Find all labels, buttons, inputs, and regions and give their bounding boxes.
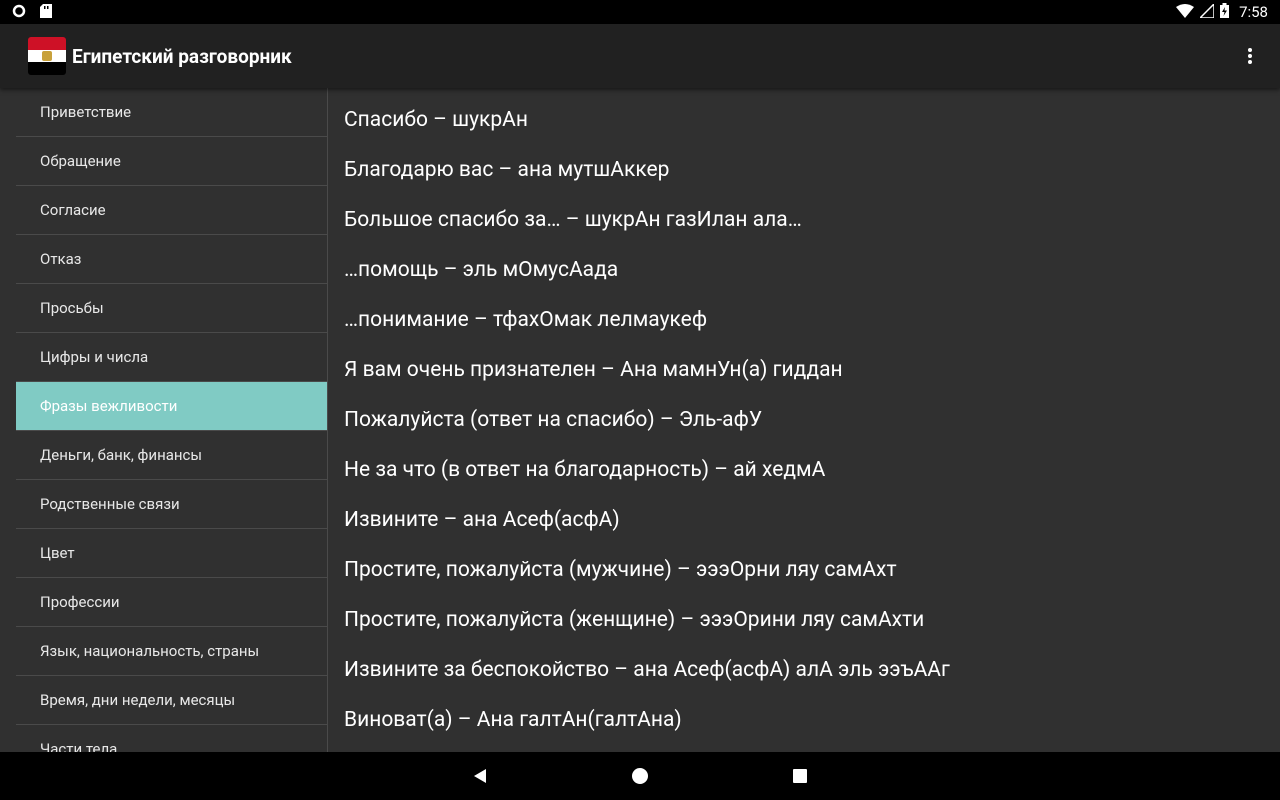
sidebar-item[interactable]: Просьбы: [16, 284, 327, 333]
sidebar-item-label: Деньги, банк, финансы: [40, 446, 203, 464]
phrase-item[interactable]: …понимание – тфахОмак лелмаукеф: [344, 295, 1264, 345]
phrase-item[interactable]: Простите, пожалуйста (женщине) – эээОрин…: [344, 595, 1264, 645]
sidebar-item[interactable]: Язык, национальность, страны: [16, 627, 327, 676]
sidebar-item-label: Цифры и числа: [40, 348, 149, 366]
home-button[interactable]: [560, 752, 720, 800]
overflow-menu-button[interactable]: [1226, 32, 1274, 80]
sidebar-item[interactable]: Обращение: [16, 137, 327, 186]
phrase-item[interactable]: Виноват(а) – Ана галтАн(галтАна): [344, 695, 1264, 745]
battery-charging-icon: [1220, 2, 1230, 22]
recents-button[interactable]: [720, 752, 880, 800]
sidebar-item-label: Язык, национальность, страны: [40, 642, 260, 660]
sidebar-item[interactable]: Отказ: [16, 235, 327, 284]
phrase-item[interactable]: …помощь – эль мОмусАада: [344, 245, 1264, 295]
sidebar-item[interactable]: Приветствие: [16, 88, 327, 137]
sidebar-item-label: Обращение: [40, 152, 121, 170]
phrase-item[interactable]: Благодарю вас – ана мутшАккер: [344, 145, 1264, 195]
sidebar-item-label: Время, дни недели, месяцы: [40, 691, 236, 709]
status-time: 7:58: [1239, 3, 1268, 21]
sidebar-item[interactable]: Фразы вежливости: [16, 382, 327, 431]
sidebar-item-label: Просьбы: [40, 299, 104, 317]
category-list: Приветствие Обращение Согласие Отказ Просьбы…: [16, 88, 327, 752]
back-triangle-icon: [474, 769, 486, 783]
phrase-item[interactable]: Пожалуйста (ответ на спасибо) – Эль-афУ: [344, 395, 1264, 445]
sidebar-item[interactable]: Родственные связи: [16, 480, 327, 529]
phrase-item[interactable]: Большое спасибо за… – шукрАн газИлан ала…: [344, 195, 1264, 245]
wifi-icon: [1176, 3, 1195, 22]
phrase-item[interactable]: Я вам очень признателен – Ана мамнУн(а) …: [344, 345, 1264, 395]
sidebar-item-label: Отказ: [40, 250, 82, 268]
sidebar-item[interactable]: Цифры и числа: [16, 333, 327, 382]
sidebar-item[interactable]: Согласие: [16, 186, 327, 235]
sidebar-item-label: Фразы вежливости: [40, 397, 178, 415]
phrase-item[interactable]: Извините – ана Асеф(асфА): [344, 495, 1264, 545]
sidebar-item[interactable]: Цвет: [16, 529, 327, 578]
sidebar-item[interactable]: Профессии: [16, 578, 327, 627]
app-bar: Египетский разговорник: [0, 24, 1280, 88]
phrase-list: Спасибо – шукрАн Благодарю вас – ана мутш…: [344, 95, 1264, 752]
sidebar-item[interactable]: Деньги, банк, финансы: [16, 431, 327, 480]
phrase-item[interactable]: Не за что (в ответ на благодарность) – а…: [344, 445, 1264, 495]
sidebar-item-label: Профессии: [40, 593, 120, 611]
signal-icon: [1198, 1, 1215, 22]
sidebar-item[interactable]: Время, дни недели, месяцы: [16, 676, 327, 725]
phrase-item[interactable]: Спасибо – шукрАн: [344, 95, 1264, 145]
back-button[interactable]: [400, 752, 560, 800]
sidebar-item[interactable]: Части тела: [16, 725, 327, 752]
notification-circle-icon: [12, 3, 26, 22]
egypt-flag-icon: [28, 37, 66, 75]
more-vert-icon: [1248, 48, 1252, 64]
phrase-item[interactable]: Простите, пожалуйста (мужчине) – эээОрни…: [344, 545, 1264, 595]
phrase-item[interactable]: Извините за беспокойство – ана Асеф(асфА…: [344, 645, 1264, 695]
app-title: Египетский разговорник: [72, 44, 292, 68]
sidebar-item-label: Приветствие: [40, 103, 132, 121]
status-bar: 7:58: [0, 0, 1280, 24]
home-circle-icon: [632, 768, 648, 784]
sd-card-icon: [40, 3, 52, 22]
sidebar-item-label: Цвет: [40, 544, 75, 562]
panel-divider: [327, 88, 328, 752]
sidebar-item-label: Части тела: [40, 740, 118, 752]
sidebar-item-label: Согласие: [40, 201, 106, 219]
sidebar-item-label: Родственные связи: [40, 495, 180, 513]
navigation-bar: [0, 752, 1280, 800]
recents-square-icon: [793, 769, 807, 783]
